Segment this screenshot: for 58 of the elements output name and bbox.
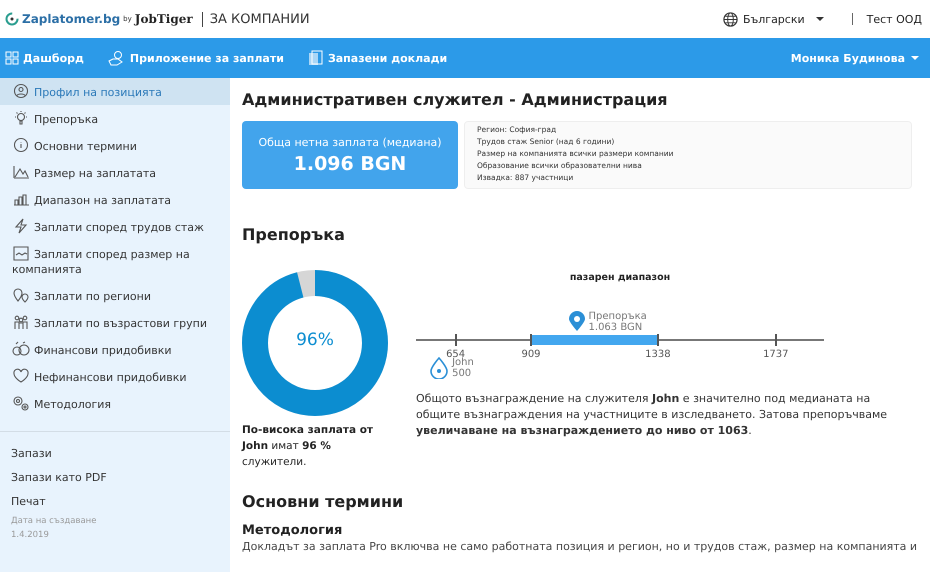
- company-name[interactable]: Тест ООД: [866, 12, 922, 26]
- globe-icon: [722, 12, 738, 26]
- drop-marker-icon: [430, 357, 448, 379]
- info-icon: [12, 137, 30, 153]
- recommendation-value: 1.063 BGN: [588, 322, 644, 333]
- sidebar-item[interactable]: Заплати според размер на компанията: [0, 240, 230, 282]
- logo-icon: [5, 12, 19, 26]
- logo-text[interactable]: Zaplatomer.bg: [22, 12, 120, 26]
- sidebar-item[interactable]: Размер на заплатата: [0, 159, 230, 186]
- sidebar-action[interactable]: Печат: [11, 490, 219, 514]
- people-icon: [12, 314, 30, 330]
- salary-label: Обща нетна заплата (медиана): [257, 136, 443, 148]
- page-title: Административен служител - Администрация: [242, 90, 669, 109]
- sidebar-item[interactable]: Диапазон на заплатата: [0, 186, 230, 213]
- grid-icon: [5, 51, 19, 65]
- tick-mark: [774, 334, 777, 346]
- employee-label: John: [452, 357, 474, 368]
- sidebar-item[interactable]: Заплати по региони: [0, 282, 230, 309]
- sidebar-item[interactable]: Методология: [0, 390, 230, 417]
- sidebar-item[interactable]: Заплати според трудов стаж: [0, 213, 230, 240]
- section-heading: Препоръка: [242, 225, 346, 244]
- sidebar-item[interactable]: Основни термини: [0, 132, 230, 159]
- lightbulb-icon: [12, 110, 30, 126]
- donut-caption: По-висока заплата от John имат 96 % служители.: [242, 423, 374, 470]
- logo-brand: JobTiger: [134, 12, 193, 26]
- tick-mark: [656, 334, 659, 346]
- language-dropdown[interactable]: Български: [722, 12, 824, 26]
- section-heading: Основни термини: [242, 492, 404, 511]
- map-pin-icon: [568, 311, 585, 331]
- map-pin-icon: [12, 287, 30, 303]
- gears-icon: [12, 395, 30, 411]
- heart-icon: [12, 368, 30, 384]
- donut-label: 96%: [295, 330, 335, 350]
- sidebar-action[interactable]: Запази като PDF: [11, 466, 219, 490]
- user-icon: [12, 83, 30, 99]
- tick-mark: [454, 334, 457, 346]
- sidebar-item[interactable]: Финансови придобивки: [0, 336, 230, 363]
- tick-label: 1338: [645, 349, 671, 360]
- subsection-heading: Методология: [242, 523, 344, 538]
- sidebar-item[interactable]: Профил на позицията: [0, 78, 230, 105]
- sidebar-item[interactable]: Препоръка: [0, 105, 230, 132]
- sidebar-action[interactable]: Запази: [11, 442, 219, 466]
- chart-icon: [12, 164, 30, 180]
- created-label: Дата на създаване: [11, 515, 98, 528]
- tick-mark: [530, 334, 532, 346]
- employee-value: 500: [452, 368, 472, 379]
- tick-label: 1737: [763, 349, 789, 360]
- recommendation-label: Препоръка: [588, 311, 647, 322]
- tick-label: 909: [521, 349, 541, 360]
- salary-value: 1.096 BGN: [292, 152, 408, 174]
- documents-icon: [308, 50, 324, 66]
- sidebar-item[interactable]: Заплати по възрастови групи: [0, 309, 230, 336]
- created-date: 1.4.2019: [11, 529, 50, 542]
- lightning-icon: [12, 218, 30, 234]
- section-title: ЗА КОМПАНИИ: [202, 12, 310, 26]
- sidebar-item[interactable]: Нефинансови придобивки: [0, 363, 230, 390]
- range-title: пазарен диапазон: [568, 272, 672, 283]
- recommendation-text: Общото възнаграждение на служителя John е значително под медианата на общите възнаграждения на участниците в изследването. Затова препоръчваме увеличаване на възнаграждението до ниво от 1063.: [416, 391, 888, 439]
